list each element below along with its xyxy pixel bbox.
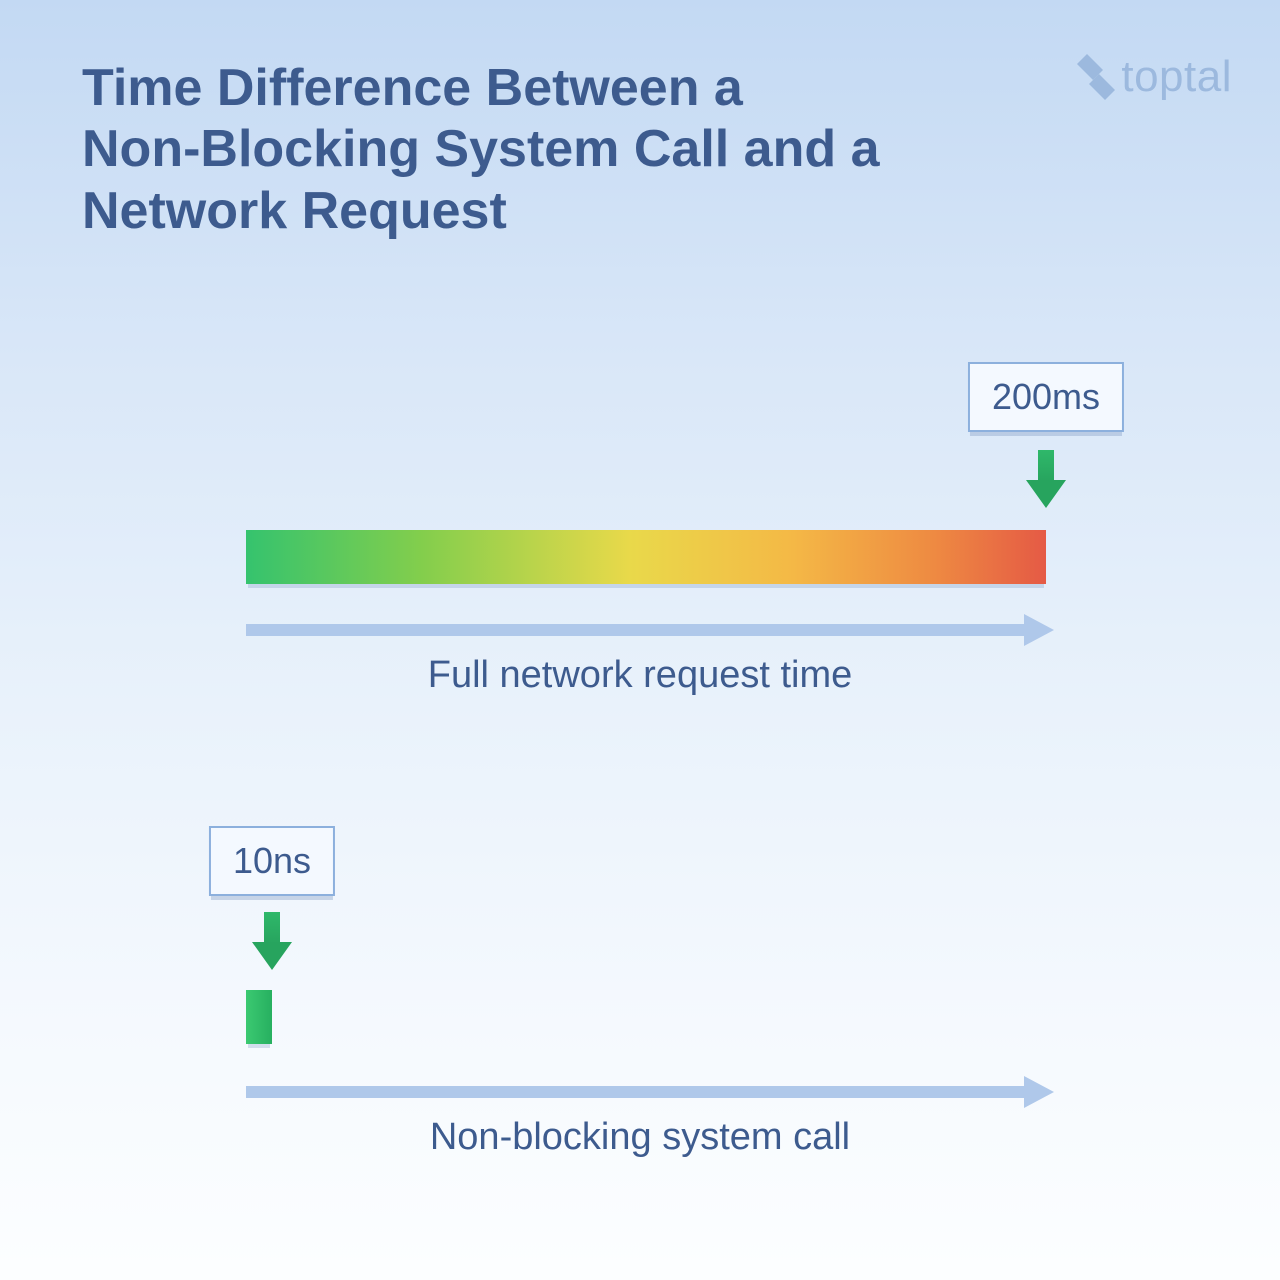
caption-syscall: Non‑blocking system call: [0, 1116, 1280, 1159]
brand-logo: toptal: [1077, 52, 1232, 102]
axis-arrow-icon: [246, 1084, 1054, 1100]
axis-arrow-icon: [246, 622, 1054, 638]
arrow-down-icon: [254, 912, 290, 972]
badge-network-value: 200ms: [968, 362, 1124, 432]
bar-network: [246, 530, 1046, 584]
brand-word: toptal: [1121, 52, 1232, 102]
caption-network: Full network request time: [0, 654, 1280, 697]
badge-syscall-value: 10ns: [209, 826, 335, 896]
page-title: Time Difference Between a Non‑Blocking S…: [82, 58, 882, 242]
toptal-icon: [1077, 54, 1115, 100]
arrow-down-icon: [1028, 450, 1064, 510]
bar-syscall: [246, 990, 272, 1044]
